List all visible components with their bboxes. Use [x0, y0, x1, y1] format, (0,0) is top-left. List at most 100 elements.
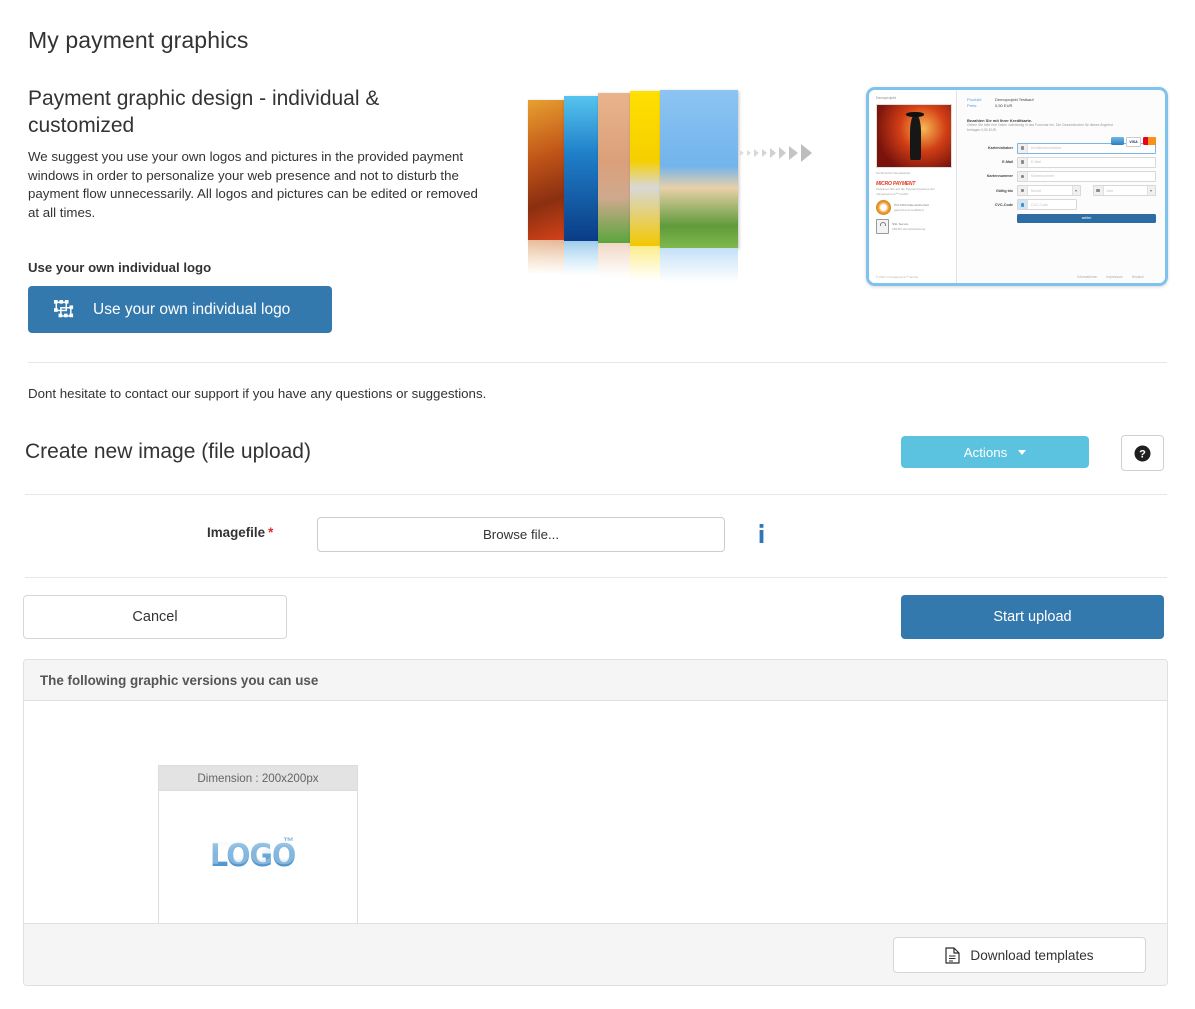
expiry-month-value: Monat: [1031, 188, 1041, 193]
expiry-year-select[interactable]: Jahr: [1092, 185, 1156, 197]
actions-button[interactable]: Actions: [901, 436, 1089, 468]
support-note: Dont hesitate to contact our support if …: [28, 386, 487, 401]
file-document-icon: [945, 946, 961, 964]
payment-window-sidebar: Demoprojekt Technischer Dienstleister: M…: [869, 90, 957, 283]
payment-window-footer: Informationen Impressum Deutsch: [1056, 275, 1165, 279]
section-body-design: We suggest you use your own logos and pi…: [28, 149, 478, 220]
imagefile-label: Imagefile *: [207, 525, 273, 540]
field-placeholder: Kartennummer: [1031, 174, 1055, 179]
product-image: [876, 104, 952, 168]
arrow-icon: [762, 149, 767, 157]
brand-tagline: Vertrauen Sie auf die Paymentsysteme der…: [876, 187, 935, 196]
download-templates-button[interactable]: Download templates: [893, 937, 1146, 973]
logo-watermark: LOGO ™ LOGO: [210, 833, 306, 900]
field-placeholder: Kreditkarteninhaber: [1031, 146, 1062, 151]
field-label: Kartennummer: [986, 174, 1013, 179]
cancel-button[interactable]: Cancel: [23, 595, 287, 639]
browse-file-input[interactable]: Browse file...: [317, 517, 725, 552]
photo-card-reflection: [660, 248, 738, 294]
lock-icon: [876, 219, 889, 235]
payment-window-form-area: Produkt: Demoprojekt Testkauf Preis: 0,5…: [958, 90, 1165, 283]
form-row-cardnumber: Kartennummer Kartennummer: [967, 170, 1156, 182]
chevron-down-icon: [1071, 186, 1080, 196]
footer-link-informationen[interactable]: Informationen: [1077, 275, 1097, 279]
actions-button-label: Actions: [963, 444, 1008, 460]
page-title: My payment graphics: [28, 27, 249, 53]
email-input[interactable]: E-Mail: [1017, 156, 1156, 168]
photo-card-stack: [516, 88, 738, 294]
divider-upload-bottom: [25, 577, 1167, 578]
section-heading-design: Payment graphic design - individual & cu…: [28, 87, 380, 137]
arrow-icon: [779, 147, 786, 159]
mastercard-icon: [1143, 137, 1156, 145]
browse-file-label: Browse file...: [482, 527, 560, 542]
field-placeholder: CVC-Code: [1031, 202, 1048, 207]
lock-icon: [1018, 200, 1028, 210]
selection-transform-icon: [54, 299, 74, 317]
payment-window-preview: Demoprojekt Technischer Dienstleister: M…: [866, 87, 1168, 286]
form-row-expiry: Gültig bis Monat Jahr: [967, 185, 1156, 197]
imagefile-label-text: Imagefile: [207, 525, 266, 540]
pay-text: Geben Sie bitte Ihre Daten vollständig i…: [967, 123, 1113, 132]
field-label: CVC-Code: [994, 202, 1013, 207]
product-caption: Technischer Dienstleister:: [876, 171, 912, 175]
summary-row-price: Preis: 0,50 EUR: [967, 103, 1156, 109]
user-icon: [1018, 143, 1028, 153]
help-button[interactable]: ?: [1121, 435, 1164, 471]
footer-link-impressum[interactable]: Impressum: [1106, 275, 1122, 279]
individual-logo-label: Use your own individual logo: [28, 260, 212, 275]
calendar-icon: [1093, 186, 1104, 196]
form-row-email: E-Mail E-Mail: [967, 156, 1156, 168]
field-label: Gültig bis: [995, 188, 1013, 193]
credit-card-form: Karteninhaber Kreditkarteninhaber E-Mail…: [967, 142, 1156, 223]
payment-submit-button[interactable]: weiter: [1017, 213, 1156, 223]
arrow-icon: [789, 146, 798, 160]
start-upload-button[interactable]: Start upload: [901, 595, 1164, 639]
photo-card: [660, 90, 738, 248]
arrow-icon: [754, 149, 759, 157]
field-placeholder: E-Mail: [1031, 160, 1041, 165]
download-templates-label: Download templates: [970, 947, 1094, 963]
arrow-icon: [747, 150, 751, 156]
mail-icon: [1018, 157, 1028, 167]
card-brand-icons: VISA: [1111, 137, 1156, 147]
seal-icon: [876, 200, 891, 216]
info-icon: [759, 524, 763, 543]
pci-badge-sub: geprüft und zertifiziert: [894, 207, 924, 212]
use-individual-logo-button[interactable]: Use your own individual logo: [28, 286, 332, 333]
thumbnail-dimension-caption: Dimension : 200x200px: [159, 766, 357, 791]
arrow-sequence: [740, 144, 812, 162]
required-marker: *: [268, 525, 274, 540]
logo-watermark-reflection: LOGO: [210, 833, 296, 869]
summary-key: Preis:: [967, 103, 978, 108]
arrow-icon: [801, 144, 812, 162]
ssl-badge: SSL Secure 256-Bit Verschlüsselung: [876, 219, 950, 235]
expiry-year-value: Jahr: [1106, 188, 1114, 193]
shop-name: Demoprojekt: [876, 96, 896, 100]
graphic-version-thumbnail[interactable]: Dimension : 200x200px LOGO ™ LOGO: [158, 765, 358, 947]
expiry-month-select[interactable]: Monat: [1017, 185, 1081, 197]
calendar-icon: [1018, 186, 1028, 196]
summary-value: 0,50 EUR: [995, 103, 1013, 108]
graphic-versions-panel-body: Dimension : 200x200px LOGO ™ LOGO: [24, 701, 1167, 947]
page-root: My payment graphics Payment graphic desi…: [0, 0, 1195, 1009]
question-mark-circle-icon: ?: [1134, 445, 1151, 461]
graphic-versions-panel: The following graphic versions you can u…: [23, 659, 1168, 986]
cardnumber-input[interactable]: Kartennummer: [1017, 170, 1156, 182]
ssl-badge-sub: 256-Bit Verschlüsselung: [892, 226, 926, 231]
imagefile-info-button[interactable]: [752, 522, 770, 545]
divider-top: [28, 362, 1167, 363]
section-heading-upload: Create new image (file upload): [25, 440, 311, 463]
graphic-versions-panel-footer: Download templates: [24, 923, 1167, 985]
pci-badge: PCI-DSS Datensicherheit geprüft und zert…: [876, 200, 950, 216]
chevron-down-icon: [1147, 186, 1155, 196]
footer-link-language[interactable]: Deutsch: [1132, 275, 1144, 279]
field-label: Karteninhaber: [988, 146, 1013, 151]
graphic-versions-panel-header: The following graphic versions you can u…: [24, 660, 1167, 701]
cvc-input[interactable]: CVC-Code: [1017, 199, 1077, 211]
svg-text:?: ?: [1139, 448, 1146, 460]
use-individual-logo-button-label: Use your own individual logo: [93, 300, 291, 318]
form-row-cvc: CVC-Code CVC-Code: [967, 199, 1156, 211]
amex-icon: [1111, 137, 1124, 145]
payment-window-copyright: © 2017 micropayment™ GmbH: [876, 275, 918, 279]
